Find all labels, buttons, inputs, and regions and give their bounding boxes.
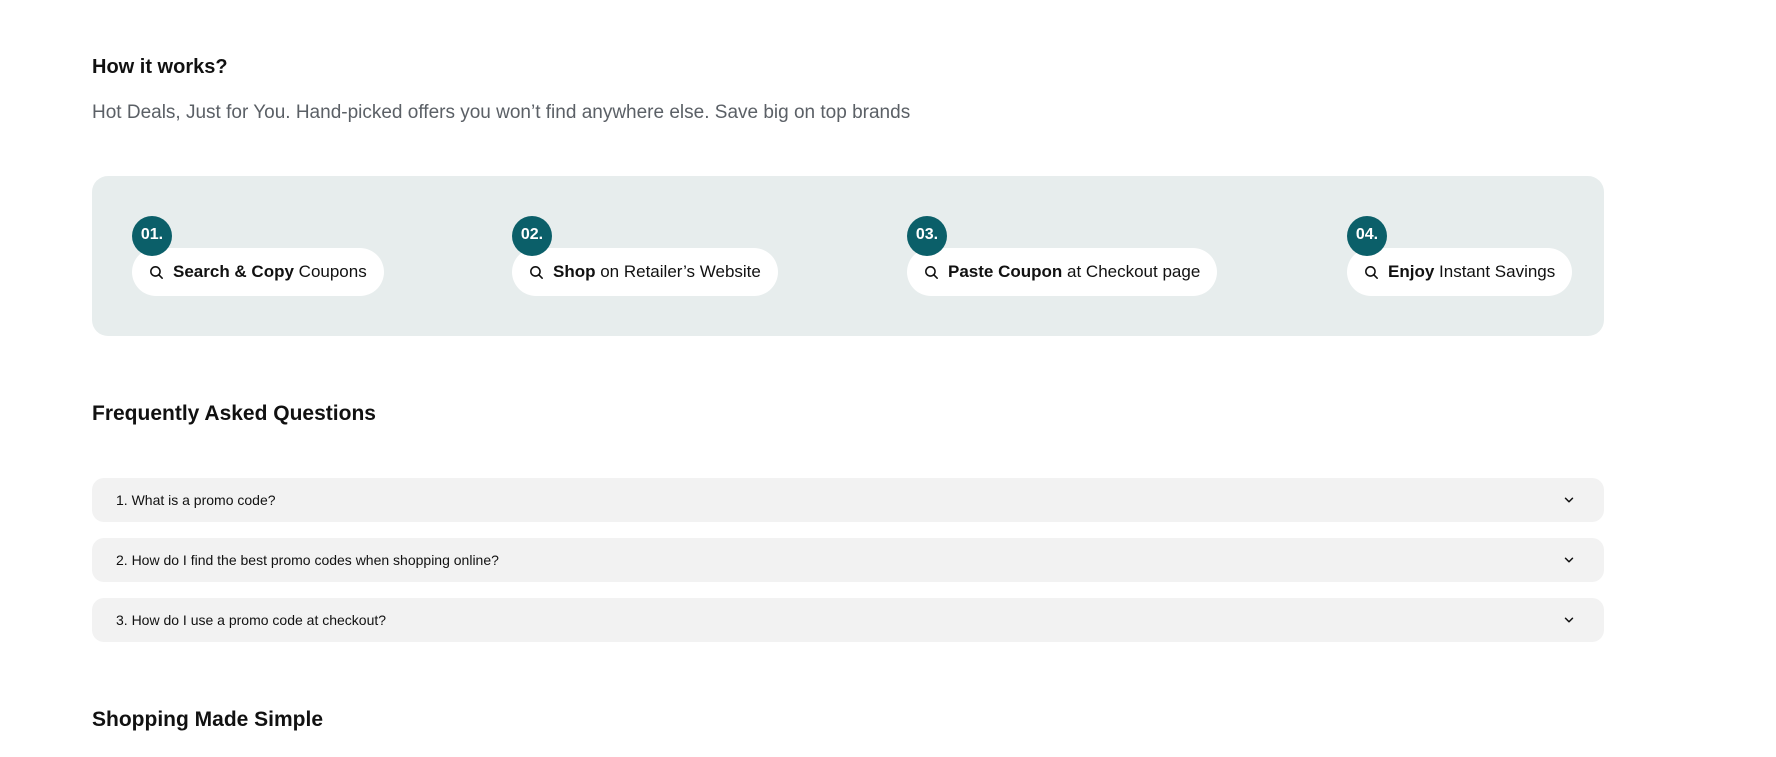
step-2-bold: Shop	[553, 262, 596, 281]
step-2-number: 02.	[512, 216, 552, 256]
chevron-down-icon[interactable]	[1562, 553, 1576, 567]
search-icon	[530, 265, 543, 279]
faq-question-1: 1. What is a promo code?	[116, 492, 276, 508]
step-1-bold: Search & Copy	[173, 262, 294, 281]
faq-title: Frequently Asked Questions	[92, 402, 376, 425]
step-3-rest: at Checkout page	[1062, 262, 1201, 281]
step-3-number: 03.	[907, 216, 947, 256]
search-icon	[150, 265, 163, 279]
faq-question-2: 2. How do I find the best promo codes wh…	[116, 552, 499, 568]
chevron-down-icon[interactable]	[1562, 613, 1576, 627]
step-4-number: 04.	[1347, 216, 1387, 256]
step-1-rest: Coupons	[293, 262, 367, 281]
step-4-bold: Enjoy	[1388, 262, 1435, 281]
faq-item-3[interactable]: 3. How do I use a promo code at checkout…	[92, 598, 1604, 642]
faq-item-2[interactable]: 2. How do I find the best promo codes wh…	[92, 538, 1604, 582]
shopping-made-simple-title: Shopping Made Simple	[92, 708, 324, 731]
step-3-pill[interactable]: Paste Coupon at Checkout page	[907, 248, 1218, 296]
step-1-number: 01.	[132, 216, 172, 256]
step-1-pill[interactable]: Search & Copy Coupons	[132, 248, 384, 296]
steps-panel: Search & Copy Coupons 01. Shop on Retail…	[92, 176, 1604, 336]
step-4-rest: Instant Savings	[1434, 262, 1556, 281]
how-it-works-title: How it works?	[92, 56, 228, 78]
step-2-rest: on Retailer’s Website	[595, 262, 761, 281]
faq-item-1[interactable]: 1. What is a promo code?	[92, 478, 1604, 522]
how-it-works-subtitle: Hot Deals, Just for You. Hand-picked off…	[92, 102, 911, 123]
chevron-down-icon[interactable]	[1562, 493, 1576, 507]
step-3-bold: Paste Coupon	[948, 262, 1063, 281]
faq-question-3: 3. How do I use a promo code at checkout…	[116, 612, 387, 628]
step-2-pill[interactable]: Shop on Retailer’s Website	[512, 248, 778, 296]
step-4-pill[interactable]: Enjoy Instant Savings	[1347, 248, 1573, 296]
search-icon	[1365, 265, 1378, 279]
search-icon	[925, 265, 938, 279]
